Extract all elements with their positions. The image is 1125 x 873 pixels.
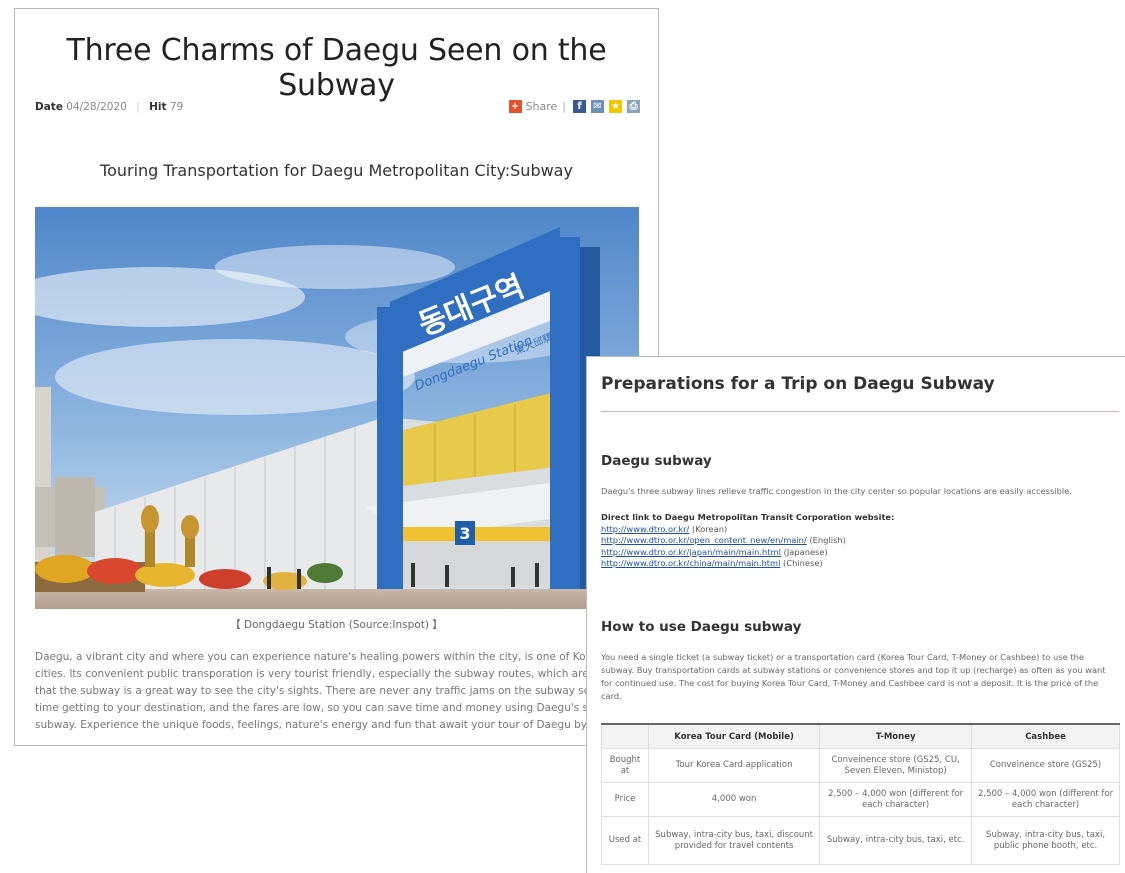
guide-card: Preparations for a Trip on Daegu Subway … <box>586 356 1125 873</box>
row-header: Bought at <box>601 748 649 783</box>
body-line: Daegu, a vibrant city and where you can … <box>35 651 625 663</box>
article-card: Three Charms of Daegu Seen on the Subway… <box>14 8 659 746</box>
bookmark-icon[interactable]: ★ <box>609 100 622 113</box>
link-lang: (Chinese) <box>783 558 823 568</box>
hit-label: Hit <box>149 101 167 113</box>
station-photo-illustration: 3 동대구역 Dongdaegu Station 東大邱驛 <box>35 207 639 609</box>
transit-links: Direct link to Daegu Metropolitan Transi… <box>601 512 894 570</box>
share-divider: | <box>562 100 566 113</box>
table-header-row: Korea Tour Card (Mobile) T-Money Cashbee <box>601 723 1120 749</box>
table-header: Korea Tour Card (Mobile) <box>647 723 821 749</box>
guide-title: Preparations for a Trip on Daegu Subway <box>601 374 995 394</box>
body-line: that the subway is a great way to see th… <box>35 685 622 697</box>
table-cell: Subway, intra-city bus, taxi, public pho… <box>971 816 1120 865</box>
section-text-daegu-subway: Daegu's three subway lines relieve traff… <box>601 486 1072 496</box>
hit-value: 79 <box>169 101 184 113</box>
title-divider <box>601 411 1119 412</box>
section-heading-how-to-use: How to use Daegu subway <box>601 619 802 635</box>
link-chinese[interactable]: http://www.dtro.or.kr/china/main/main.ht… <box>601 558 780 568</box>
row-header: Used at <box>601 816 649 865</box>
table-row: Price 4,000 won 2,500 – 4,000 won (diffe… <box>601 782 1120 817</box>
body-line: time getting to your destination, and th… <box>35 702 624 714</box>
links-heading: Direct link to Daegu Metropolitan Transi… <box>601 512 895 522</box>
table-cell: 2,500 – 4,000 won (different for each ch… <box>971 782 1120 817</box>
table-header <box>601 723 649 749</box>
table-cell: 2,500 – 4,000 won (different for each ch… <box>819 782 973 817</box>
article-title: Three Charms of Daegu Seen on the Subway <box>66 33 607 103</box>
link-row: http://www.dtro.or.kr/open_content_new/e… <box>601 535 894 547</box>
link-korean[interactable]: http://www.dtro.or.kr/ <box>601 524 689 534</box>
date-label: Date <box>35 101 63 113</box>
row-header: Price <box>601 782 649 817</box>
share-label[interactable]: Share <box>526 100 558 113</box>
table-cell: Conveinence store (GS25, CU, Seven Eleve… <box>819 748 973 783</box>
article-subtitle: Touring Transportation for Daegu Metropo… <box>100 161 573 180</box>
body-line: subway. Experience the unique foods, fee… <box>35 719 625 731</box>
table-cell: Subway, intra-city bus, taxi, etc. <box>819 816 973 865</box>
body-line: cities. Its convenient public transporat… <box>35 668 623 680</box>
section-heading-daegu-subway: Daegu subway <box>601 453 712 469</box>
share-plus-icon[interactable]: + <box>508 100 522 113</box>
meta-divider: | <box>136 101 140 113</box>
share-bar: + Share | f ✉ ★ ⎙ <box>508 100 640 113</box>
link-lang: (Japanese) <box>783 546 828 557</box>
station-photo: 3 동대구역 Dongdaegu Station 東大邱驛 <box>35 207 639 609</box>
link-row: http://www.dtro.or.kr/china/main/main.ht… <box>601 558 894 570</box>
table-header: Cashbee <box>971 723 1120 749</box>
section-text-how-to-use: You need a single ticket (a subway ticke… <box>601 652 1106 701</box>
link-japanese[interactable]: http://www.dtro.or.kr/japan/main/main.ht… <box>601 547 781 557</box>
table-cell: 4,000 won <box>647 782 821 817</box>
link-lang: (English) <box>809 535 846 545</box>
table-cell: Subway, intra-city bus, taxi, discount p… <box>647 816 821 865</box>
email-icon[interactable]: ✉ <box>591 100 604 113</box>
article-meta: Date 04/28/2020 | Hit 79 <box>35 101 183 113</box>
date-value: 04/28/2020 <box>66 101 127 113</box>
table-cell: Conveinence store (GS25) <box>971 748 1120 783</box>
photo-caption: 【 Dongdaegu Station (Source:Inspot) 】 <box>230 619 443 631</box>
facebook-icon[interactable]: f <box>573 100 586 113</box>
card-comparison-table: Korea Tour Card (Mobile) T-Money Cashbee… <box>601 723 1120 865</box>
link-row: http://www.dtro.or.kr/ (Korean) <box>601 524 894 536</box>
table-row: Used at Subway, intra-city bus, taxi, di… <box>601 816 1120 865</box>
article-body: Daegu, a vibrant city and where you can … <box>35 649 645 734</box>
platform-number-sign: 3 <box>459 524 470 543</box>
table-header: T-Money <box>819 723 973 749</box>
link-row: http://www.dtro.or.kr/japan/main/main.ht… <box>601 547 894 559</box>
table-row: Bought at Tour Korea Card application Co… <box>601 748 1120 783</box>
link-lang: (Korean) <box>691 523 728 534</box>
table-cell: Tour Korea Card application <box>647 748 821 783</box>
print-icon[interactable]: ⎙ <box>627 100 640 113</box>
link-english[interactable]: http://www.dtro.or.kr/open_content_new/e… <box>601 535 807 545</box>
